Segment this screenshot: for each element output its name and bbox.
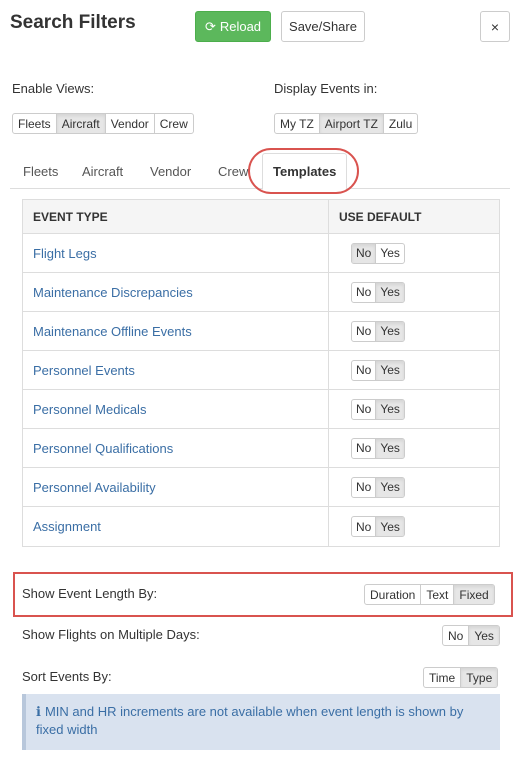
table-row: Maintenance Discrepancies No Yes (23, 273, 499, 312)
table-row: Maintenance Offline Events No Yes (23, 312, 499, 351)
use-default-cell: No Yes (329, 390, 405, 428)
table-header: EVENT TYPE USE DEFAULT (23, 200, 499, 234)
length-option-duration[interactable]: Duration (365, 585, 420, 604)
event-length-label: Show Event Length By: (22, 586, 158, 601)
use-default-yes[interactable]: Yes (375, 477, 404, 497)
table-row: Personnel Availability No Yes (23, 468, 499, 507)
event-type-link[interactable]: Personnel Events (23, 351, 329, 389)
tab-crew[interactable]: Crew (218, 153, 248, 189)
use-default-cell: No Yes (329, 273, 405, 311)
table-row: Assignment No Yes (23, 507, 499, 546)
use-default-yes[interactable]: Yes (375, 282, 404, 302)
view-option-aircraft[interactable]: Aircraft (55, 114, 105, 133)
event-type-link[interactable]: Maintenance Offline Events (23, 312, 329, 350)
multi-day-toggle[interactable]: No Yes (442, 625, 500, 646)
table-row: Personnel Events No Yes (23, 351, 499, 390)
use-default-toggle[interactable]: No Yes (351, 437, 405, 459)
use-default-toggle[interactable]: No Yes (351, 242, 405, 264)
use-default-yes[interactable]: Yes (375, 360, 404, 380)
event-type-table: EVENT TYPE USE DEFAULT Flight Legs No Yes M… (22, 199, 500, 547)
header-use-default: USE DEFAULT (339, 209, 422, 224)
length-option-fixed[interactable]: Fixed (453, 585, 494, 604)
sort-events-label: Sort Events By: (22, 669, 112, 684)
tab-fleets[interactable]: Fleets (23, 153, 58, 189)
use-default-toggle[interactable]: No Yes (351, 359, 405, 381)
use-default-cell: No Yes (329, 429, 405, 467)
view-option-vendor[interactable]: Vendor (104, 114, 154, 133)
sort-events-toggle[interactable]: Time Type (423, 667, 499, 688)
use-default-no[interactable]: No (352, 243, 376, 263)
sort-option-type[interactable]: Type (460, 668, 498, 687)
use-default-no[interactable]: No (352, 439, 375, 458)
view-option-fleets[interactable]: Fleets (13, 114, 56, 133)
sort-option-time[interactable]: Time (424, 668, 460, 687)
event-type-link[interactable]: Personnel Medicals (23, 390, 329, 428)
use-default-cell: No Yes (329, 234, 405, 272)
event-type-link[interactable]: Maintenance Discrepancies (23, 273, 329, 311)
tz-option-zulu[interactable]: Zulu (382, 114, 417, 133)
use-default-cell: No Yes (329, 312, 405, 350)
use-default-yes[interactable]: Yes (375, 399, 404, 419)
multi-day-no[interactable]: No (443, 626, 468, 645)
header: Search Filters ⟳ Reload Save/Share × (0, 0, 519, 62)
use-default-no[interactable]: No (352, 478, 375, 497)
multi-day-label: Show Flights on Multiple Days: (22, 627, 200, 642)
table-row: Personnel Qualifications No Yes (23, 429, 499, 468)
event-type-link[interactable]: Personnel Qualifications (23, 429, 329, 467)
reload-button[interactable]: ⟳ Reload (195, 11, 271, 42)
use-default-no[interactable]: No (352, 322, 375, 341)
use-default-cell: No Yes (329, 507, 405, 546)
refresh-icon: ⟳ (204, 18, 216, 34)
tz-option-airport-tz[interactable]: Airport TZ (318, 114, 383, 133)
header-event-type: EVENT TYPE (23, 200, 329, 233)
use-default-no[interactable]: No (352, 517, 375, 536)
close-button[interactable]: × (480, 11, 510, 42)
enable-views-toggle[interactable]: Fleets Aircraft Vendor Crew (12, 113, 194, 134)
display-events-toggle[interactable]: My TZ Airport TZ Zulu (274, 113, 419, 134)
use-default-no[interactable]: No (352, 283, 375, 302)
use-default-cell: No Yes (329, 468, 405, 506)
save-share-button[interactable]: Save/Share (281, 11, 365, 42)
use-default-yes[interactable]: Yes (375, 243, 404, 263)
use-default-toggle[interactable]: No Yes (351, 516, 405, 537)
templates-tab-annotation (248, 148, 359, 194)
use-default-yes[interactable]: Yes (375, 438, 404, 458)
tz-option-my-tz[interactable]: My TZ (275, 114, 319, 133)
table-row: Flight Legs No Yes (23, 234, 499, 273)
use-default-no[interactable]: No (352, 400, 375, 419)
use-default-toggle[interactable]: No Yes (351, 476, 405, 498)
enable-views-label: Enable Views: (12, 81, 95, 96)
length-option-text[interactable]: Text (420, 585, 453, 604)
display-events-label: Display Events in: (274, 81, 378, 96)
page-title: Search Filters (10, 12, 136, 33)
info-icon: ℹ (36, 704, 41, 719)
use-default-toggle[interactable]: No Yes (351, 320, 405, 342)
event-type-link[interactable]: Flight Legs (23, 234, 329, 272)
tab-vendor[interactable]: Vendor (150, 153, 191, 189)
view-option-crew[interactable]: Crew (153, 114, 193, 133)
table-row: Personnel Medicals No Yes (23, 390, 499, 429)
close-icon: × (490, 18, 500, 35)
tab-aircraft[interactable]: Aircraft (82, 153, 123, 189)
use-default-toggle[interactable]: No Yes (351, 281, 405, 303)
reload-label: Reload (219, 19, 262, 34)
multi-day-yes[interactable]: Yes (468, 626, 499, 645)
use-default-yes[interactable]: Yes (375, 517, 404, 536)
event-type-link[interactable]: Personnel Availability (23, 468, 329, 506)
use-default-no[interactable]: No (352, 361, 375, 380)
event-type-link[interactable]: Assignment (23, 507, 329, 546)
use-default-cell: No Yes (329, 351, 405, 389)
use-default-yes[interactable]: Yes (375, 321, 404, 341)
use-default-toggle[interactable]: No Yes (351, 398, 405, 420)
info-alert: ℹ MIN and HR increments are not available… (22, 694, 500, 750)
info-text: MIN and HR increments are not available … (36, 704, 464, 737)
event-length-toggle[interactable]: Duration Text Fixed (364, 584, 495, 605)
